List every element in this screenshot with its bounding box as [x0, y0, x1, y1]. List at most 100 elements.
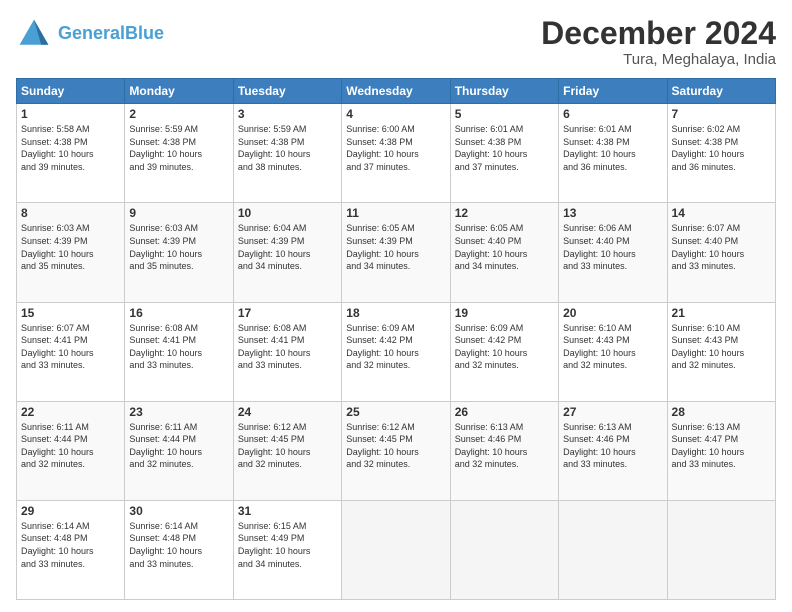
day-number: 9 [129, 206, 228, 220]
day-info: Sunrise: 6:01 AM Sunset: 4:38 PM Dayligh… [455, 123, 554, 173]
day-number: 28 [672, 405, 771, 419]
day-info: Sunrise: 6:09 AM Sunset: 4:42 PM Dayligh… [455, 322, 554, 372]
table-row: 24 Sunrise: 6:12 AM Sunset: 4:45 PM Dayli… [233, 401, 341, 500]
day-info: Sunrise: 6:10 AM Sunset: 4:43 PM Dayligh… [563, 322, 662, 372]
col-friday: Friday [559, 79, 667, 104]
table-row: 1 Sunrise: 5:58 AM Sunset: 4:38 PM Daylig… [17, 104, 125, 203]
table-row: 25Sunrise: 6:12 AM Sunset: 4:45 PM Dayli… [342, 401, 450, 500]
day-info: Sunrise: 6:02 AM Sunset: 4:38 PM Dayligh… [672, 123, 771, 173]
day-number: 3 [238, 107, 337, 121]
day-info: Sunrise: 6:08 AM Sunset: 4:41 PM Dayligh… [129, 322, 228, 372]
day-number: 24 [238, 405, 337, 419]
day-number: 5 [455, 107, 554, 121]
day-info: Sunrise: 6:14 AM Sunset: 4:48 PM Dayligh… [129, 520, 228, 570]
calendar-week-2: 8 Sunrise: 6:03 AM Sunset: 4:39 PM Daylig… [17, 203, 776, 302]
col-saturday: Saturday [667, 79, 775, 104]
logo-text: GeneralBlue [58, 24, 164, 44]
day-number: 10 [238, 206, 337, 220]
day-info: Sunrise: 6:00 AM Sunset: 4:38 PM Dayligh… [346, 123, 445, 173]
table-row: 14 Sunrise: 6:07 AM Sunset: 4:40 PM Dayli… [667, 203, 775, 302]
day-number: 22 [21, 405, 120, 419]
table-row [450, 500, 558, 599]
day-number: 6 [563, 107, 662, 121]
day-info: Sunrise: 6:09 AM Sunset: 4:42 PM Dayligh… [346, 322, 445, 372]
subtitle: Tura, Meghalaya, India [541, 51, 776, 68]
day-info: Sunrise: 6:07 AM Sunset: 4:40 PM Dayligh… [672, 222, 771, 272]
day-number: 12 [455, 206, 554, 220]
table-row: 11 Sunrise: 6:05 AM Sunset: 4:39 PM Dayli… [342, 203, 450, 302]
table-row: 4 Sunrise: 6:00 AM Sunset: 4:38 PM Daylig… [342, 104, 450, 203]
col-wednesday: Wednesday [342, 79, 450, 104]
table-row: 2 Sunrise: 5:59 AM Sunset: 4:38 PM Daylig… [125, 104, 233, 203]
day-info: Sunrise: 6:04 AM Sunset: 4:39 PM Dayligh… [238, 222, 337, 272]
day-number: 14 [672, 206, 771, 220]
day-info: Sunrise: 6:06 AM Sunset: 4:40 PM Dayligh… [563, 222, 662, 272]
day-info: Sunrise: 6:14 AM Sunset: 4:48 PM Dayligh… [21, 520, 120, 570]
table-row: 20 Sunrise: 6:10 AM Sunset: 4:43 PM Dayli… [559, 302, 667, 401]
day-number: 26 [455, 405, 554, 419]
table-row [342, 500, 450, 599]
day-number: 7 [672, 107, 771, 121]
table-row: 16Sunrise: 6:08 AM Sunset: 4:41 PM Dayli… [125, 302, 233, 401]
header: GeneralBlue December 2024 Tura, Meghalay… [16, 16, 776, 68]
day-number: 20 [563, 306, 662, 320]
day-info: Sunrise: 6:07 AM Sunset: 4:41 PM Dayligh… [21, 322, 120, 372]
table-row: 18 Sunrise: 6:09 AM Sunset: 4:42 PM Dayli… [342, 302, 450, 401]
day-info: Sunrise: 6:12 AM Sunset: 4:45 PM Dayligh… [238, 421, 337, 471]
table-row: 21 Sunrise: 6:10 AM Sunset: 4:43 PM Dayli… [667, 302, 775, 401]
day-info: Sunrise: 5:59 AM Sunset: 4:38 PM Dayligh… [238, 123, 337, 173]
day-info: Sunrise: 6:03 AM Sunset: 4:39 PM Dayligh… [129, 222, 228, 272]
main-title: December 2024 [541, 16, 776, 51]
day-number: 1 [21, 107, 120, 121]
table-row: 30Sunrise: 6:14 AM Sunset: 4:48 PM Dayli… [125, 500, 233, 599]
day-info: Sunrise: 6:03 AM Sunset: 4:39 PM Dayligh… [21, 222, 120, 272]
day-number: 18 [346, 306, 445, 320]
day-info: Sunrise: 6:01 AM Sunset: 4:38 PM Dayligh… [563, 123, 662, 173]
day-info: Sunrise: 6:05 AM Sunset: 4:39 PM Dayligh… [346, 222, 445, 272]
table-row: 26Sunrise: 6:13 AM Sunset: 4:46 PM Dayli… [450, 401, 558, 500]
table-row: 8 Sunrise: 6:03 AM Sunset: 4:39 PM Daylig… [17, 203, 125, 302]
table-row: 13Sunrise: 6:06 AM Sunset: 4:40 PM Dayli… [559, 203, 667, 302]
col-thursday: Thursday [450, 79, 558, 104]
calendar-week-5: 29 Sunrise: 6:14 AM Sunset: 4:48 PM Dayli… [17, 500, 776, 599]
table-row: 27Sunrise: 6:13 AM Sunset: 4:46 PM Dayli… [559, 401, 667, 500]
title-block: December 2024 Tura, Meghalaya, India [541, 16, 776, 68]
table-row: 29 Sunrise: 6:14 AM Sunset: 4:48 PM Dayli… [17, 500, 125, 599]
day-number: 4 [346, 107, 445, 121]
day-info: Sunrise: 6:13 AM Sunset: 4:46 PM Dayligh… [563, 421, 662, 471]
day-info: Sunrise: 6:11 AM Sunset: 4:44 PM Dayligh… [21, 421, 120, 471]
logo-general: General [58, 23, 125, 43]
day-info: Sunrise: 6:08 AM Sunset: 4:41 PM Dayligh… [238, 322, 337, 372]
day-number: 29 [21, 504, 120, 518]
table-row: 6 Sunrise: 6:01 AM Sunset: 4:38 PM Daylig… [559, 104, 667, 203]
table-row [559, 500, 667, 599]
table-row: 15Sunrise: 6:07 AM Sunset: 4:41 PM Dayli… [17, 302, 125, 401]
day-number: 21 [672, 306, 771, 320]
logo-blue: Blue [125, 23, 164, 43]
day-info: Sunrise: 5:58 AM Sunset: 4:38 PM Dayligh… [21, 123, 120, 173]
table-row: 17Sunrise: 6:08 AM Sunset: 4:41 PM Dayli… [233, 302, 341, 401]
table-row: 10 Sunrise: 6:04 AM Sunset: 4:39 PM Dayli… [233, 203, 341, 302]
table-row: 12Sunrise: 6:05 AM Sunset: 4:40 PM Dayli… [450, 203, 558, 302]
calendar-header-row: Sunday Monday Tuesday Wednesday Thursday… [17, 79, 776, 104]
day-number: 2 [129, 107, 228, 121]
day-number: 31 [238, 504, 337, 518]
day-number: 11 [346, 206, 445, 220]
col-tuesday: Tuesday [233, 79, 341, 104]
table-row: 22 Sunrise: 6:11 AM Sunset: 4:44 PM Dayli… [17, 401, 125, 500]
day-number: 8 [21, 206, 120, 220]
day-info: Sunrise: 6:15 AM Sunset: 4:49 PM Dayligh… [238, 520, 337, 570]
table-row: 3 Sunrise: 5:59 AM Sunset: 4:38 PM Daylig… [233, 104, 341, 203]
day-info: Sunrise: 6:10 AM Sunset: 4:43 PM Dayligh… [672, 322, 771, 372]
calendar-table: Sunday Monday Tuesday Wednesday Thursday… [16, 78, 776, 600]
logo: GeneralBlue [16, 16, 164, 52]
col-monday: Monday [125, 79, 233, 104]
day-info: Sunrise: 6:13 AM Sunset: 4:47 PM Dayligh… [672, 421, 771, 471]
table-row: 23 Sunrise: 6:11 AM Sunset: 4:44 PM Dayli… [125, 401, 233, 500]
day-number: 23 [129, 405, 228, 419]
day-info: Sunrise: 6:11 AM Sunset: 4:44 PM Dayligh… [129, 421, 228, 471]
table-row: 5 Sunrise: 6:01 AM Sunset: 4:38 PM Daylig… [450, 104, 558, 203]
day-info: Sunrise: 5:59 AM Sunset: 4:38 PM Dayligh… [129, 123, 228, 173]
page: GeneralBlue December 2024 Tura, Meghalay… [0, 0, 792, 612]
table-row: 19Sunrise: 6:09 AM Sunset: 4:42 PM Dayli… [450, 302, 558, 401]
